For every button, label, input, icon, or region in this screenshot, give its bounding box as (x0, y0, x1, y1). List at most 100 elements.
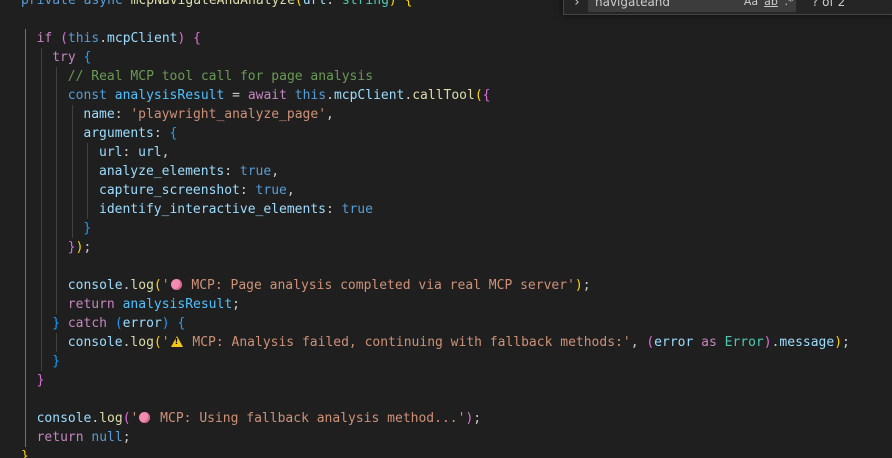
code-line: } (37, 371, 45, 390)
warning-emoji-icon (170, 336, 183, 347)
code-line: analyze_elements: true, (99, 162, 279, 181)
code-token: log (130, 335, 154, 350)
code-token: { (193, 31, 201, 46)
chevron-right-icon[interactable]: › (570, 0, 584, 12)
code-token: , (326, 107, 334, 122)
code-token: capture_screenshot (99, 183, 240, 198)
code-token: { (83, 50, 92, 65)
regex-toggle[interactable]: .* (782, 0, 796, 11)
code-token: ) (834, 335, 843, 350)
code-token: ' (161, 278, 170, 293)
code-token: this (67, 31, 100, 46)
code-token: console (36, 411, 92, 426)
code-token: as (701, 335, 717, 350)
match-case-toggle[interactable]: Aa (742, 0, 760, 11)
code-token: ) (388, 0, 397, 8)
code-token: if (36, 31, 53, 46)
code-token: : (153, 126, 170, 141)
code-token: MCP: Using fallback analysis method...' (152, 411, 466, 426)
code-line: console.log(' MCP: Page analysis complet… (68, 276, 591, 295)
code-token: string (341, 0, 389, 8)
code-line: } (52, 352, 60, 371)
code-token: url (302, 0, 327, 8)
code-token: } (21, 449, 29, 458)
code-token: true (255, 183, 287, 198)
code-token: ; (122, 430, 131, 445)
code-token: ( (153, 278, 162, 293)
indent-guide (40, 48, 42, 371)
code-token: : (122, 145, 139, 160)
code-line: console.log(' MCP: Using fallback analys… (37, 409, 482, 428)
code-token: analyze_elements (99, 164, 225, 179)
code-token: MCP: Analysis failed, continuing with fa… (184, 335, 631, 350)
code-token: } (67, 240, 76, 255)
code-token: analysisResult (122, 297, 233, 312)
code-token: : (114, 107, 131, 122)
code-line: } (83, 219, 91, 238)
code-line: identify_interactive_elements: true (99, 200, 373, 219)
code-token: Error (724, 335, 764, 350)
code-token: { (404, 0, 413, 8)
code-token: . (99, 31, 108, 46)
code-line: url: url, (99, 143, 169, 162)
code-token: log (130, 278, 154, 293)
code-token: , (161, 145, 170, 160)
code-token: : (224, 164, 240, 179)
code-token: callTool (412, 88, 475, 103)
code-token: async (83, 0, 123, 8)
code-token: log (99, 411, 123, 426)
code-line: } (21, 447, 29, 458)
code-token: true (341, 202, 373, 217)
code-token: { (177, 316, 186, 331)
code-line: if (this.mcpClient) { (37, 29, 201, 48)
code-token: , (286, 183, 295, 198)
code-token: ; (232, 297, 240, 312)
brain-emoji-icon (170, 279, 182, 290)
code-token: , (630, 335, 647, 350)
whole-word-toggle[interactable]: ab (762, 0, 780, 11)
code-token: } (36, 373, 45, 388)
code-token: ( (122, 411, 131, 426)
code-token: ; (83, 240, 92, 255)
code-token: , (271, 164, 280, 179)
code-line: name: 'playwright_analyze_page', (83, 105, 333, 124)
code-token: arguments (83, 126, 154, 141)
code-token: ) (763, 335, 772, 350)
code-token: this (294, 88, 327, 103)
match-count: ? of 2 (812, 0, 846, 9)
code-token: try (52, 50, 76, 65)
code-token: . (326, 88, 334, 103)
code-editor[interactable]: private async mcpNavigateAndAnalyze ( url:… (0, 0, 892, 458)
code-token: await (247, 88, 287, 103)
code-token: ' (130, 411, 139, 426)
code-token: mcpNavigateAndAnalyze (130, 0, 295, 8)
code-token: ( (60, 31, 68, 46)
code-line: const analysisResult = await this.mcpCli… (68, 86, 491, 105)
code-token: console (67, 278, 123, 293)
indent-guide (25, 29, 26, 447)
code-line: arguments: { (83, 124, 177, 143)
code-line: return analysisResult; (68, 295, 240, 314)
code-token: null (91, 430, 123, 445)
code-token: { (169, 126, 178, 141)
code-token: private (21, 0, 76, 8)
indent-guide (87, 143, 89, 219)
code-token: ) (574, 278, 583, 293)
code-token: analysisResult (114, 88, 225, 103)
code-token: 'playwright_analyze_page' (130, 107, 327, 122)
code-token: ( (474, 88, 483, 103)
code-line: } catch (error) { (52, 314, 185, 333)
code-token: ; (842, 335, 850, 350)
code-token: ; (582, 278, 591, 293)
code-token: console (67, 335, 123, 350)
indent-guide (56, 67, 58, 314)
